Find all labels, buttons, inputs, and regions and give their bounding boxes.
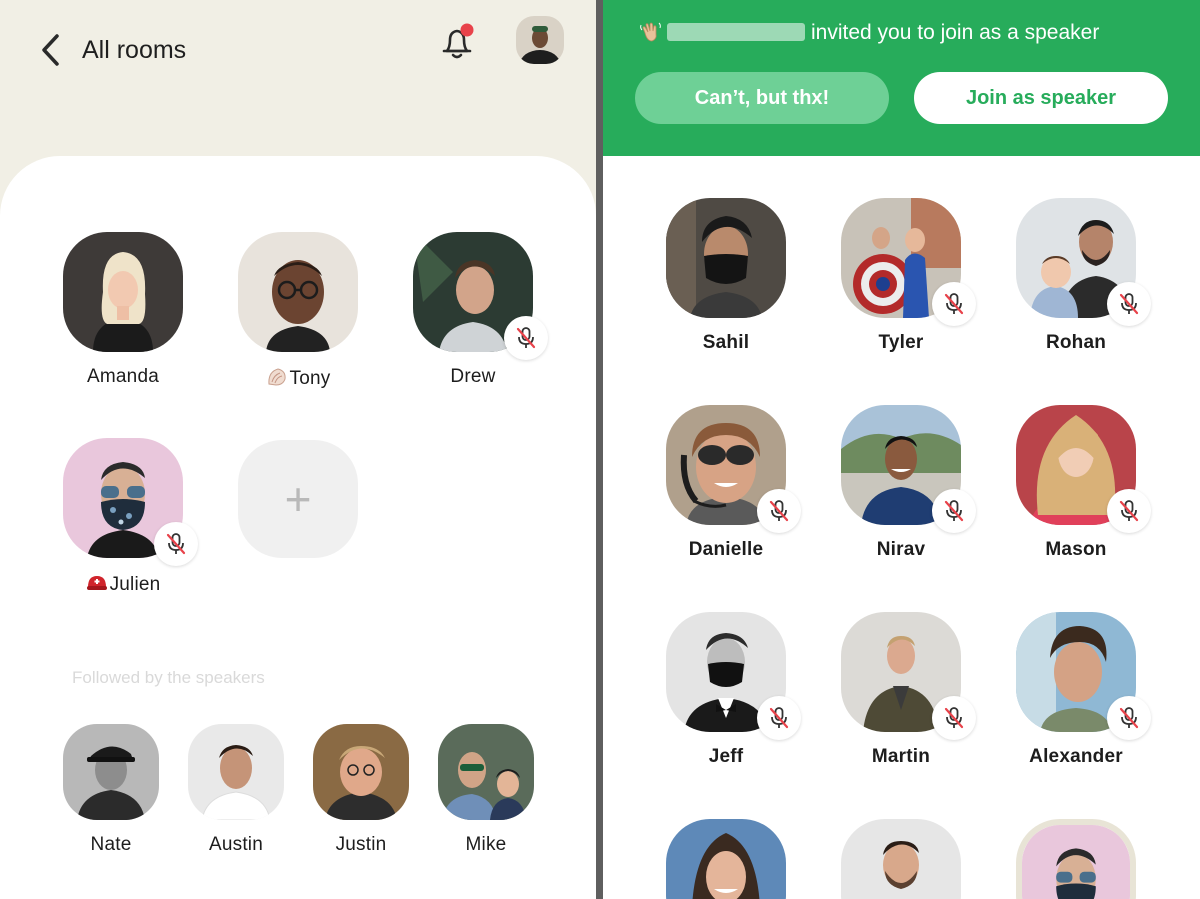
room-screen: invited you to join as a speaker Can’t, … [603, 0, 1200, 899]
listener-name: Justin [335, 834, 387, 855]
speaker-tile[interactable] [661, 819, 791, 899]
speaker-name: Martin [871, 746, 931, 767]
listener-tile[interactable]: Austin [171, 724, 301, 856]
mic-off-icon [944, 293, 964, 315]
speaker-tile[interactable]: Mason [1011, 405, 1151, 561]
listener-tile[interactable]: Mike [421, 724, 551, 856]
plus-icon: + [284, 473, 312, 525]
mic-off-icon [769, 500, 789, 522]
muted-indicator [1107, 696, 1151, 740]
avatar[interactable] [238, 232, 358, 352]
muted-indicator [1107, 489, 1151, 533]
speaker-tile[interactable]: Danielle [661, 405, 801, 561]
listener-tile[interactable]: Justin [296, 724, 426, 856]
avatar[interactable] [63, 724, 159, 820]
speaker-tile[interactable]: Martin [836, 612, 976, 768]
muted-indicator [757, 489, 801, 533]
decline-invite-button[interactable]: Can’t, but thx! [635, 72, 889, 124]
speaker-tile[interactable]: Tony [233, 232, 363, 390]
mic-off-icon [944, 707, 964, 729]
speaker-tile[interactable]: Alexander [1011, 612, 1151, 768]
waving-hand-emoji-icon [640, 22, 661, 42]
speaker-tile[interactable]: Amanda [58, 232, 188, 388]
speaker-name: Danielle [688, 539, 764, 560]
speaker-tile[interactable]: Tyler [836, 198, 976, 354]
section-heading: Followed by the speakers [72, 668, 265, 687]
mic-off-icon [769, 707, 789, 729]
speaker-name: Tony [289, 368, 331, 389]
avatar[interactable] [313, 724, 409, 820]
speaker-name: Rohan [1045, 332, 1107, 353]
add-speaker-button[interactable]: + [238, 440, 358, 558]
rescue-helmet-emoji-icon [86, 576, 107, 590]
avatar-photo [313, 724, 409, 820]
listener-tile[interactable]: Nate [46, 724, 176, 856]
avatar[interactable] [1016, 819, 1136, 899]
muted-indicator [932, 282, 976, 326]
mic-off-icon [166, 533, 186, 555]
muted-indicator [154, 522, 198, 566]
speaker-name: Tyler [878, 332, 924, 353]
speaker-tile[interactable]: Drew [408, 232, 548, 388]
avatar-photo [188, 724, 284, 820]
mic-off-icon [1119, 707, 1139, 729]
mic-off-icon [1119, 293, 1139, 315]
avatar-photo [438, 724, 534, 820]
speaker-name: Amanda [87, 366, 159, 387]
mic-off-icon [516, 327, 536, 349]
profile-photo [516, 16, 564, 64]
speaker-name: Sahil [702, 332, 750, 353]
top-bar: All rooms [0, 0, 596, 160]
speaker-tile[interactable]: Sahil [661, 198, 791, 354]
avatar-photo [63, 232, 183, 352]
muted-indicator [932, 696, 976, 740]
speaker-name: Drew [450, 366, 496, 387]
muted-indicator [1107, 282, 1151, 326]
profile-avatar[interactable] [516, 16, 564, 64]
join-as-speaker-button[interactable]: Join as speaker [914, 72, 1168, 124]
back-chevron-icon[interactable] [36, 30, 66, 70]
shell-emoji-icon [267, 368, 286, 386]
invite-text: invited you to join as a speaker [811, 21, 1100, 44]
speaker-tile[interactable]: Nirav [836, 405, 976, 561]
speaker-tile[interactable] [836, 819, 966, 899]
avatar[interactable] [666, 198, 786, 318]
avatar[interactable] [188, 724, 284, 820]
mic-off-icon [944, 500, 964, 522]
listener-name: Mike [465, 834, 507, 855]
speaker-tile[interactable]: Julien [58, 438, 198, 596]
speaker-tile[interactable]: Jeff [661, 612, 801, 768]
redacted-username [667, 23, 805, 41]
speaker-name: Alexander [1029, 746, 1123, 767]
invite-message: invited you to join as a speaker [639, 20, 1099, 45]
muted-indicator [504, 316, 548, 360]
speaker-name: Nirav [876, 539, 926, 560]
rooms-screen: All rooms Amanda Tony Drew Julien + Foll… [0, 0, 596, 899]
avatar-photo [238, 232, 358, 352]
speaker-tile[interactable]: Rohan [1011, 198, 1151, 354]
speaker-invite-banner: invited you to join as a speaker Can’t, … [603, 0, 1200, 156]
avatar-photo [666, 198, 786, 318]
speaker-tile[interactable] [1011, 819, 1141, 899]
listener-name: Nate [90, 834, 132, 855]
avatar[interactable] [666, 819, 786, 899]
speaker-name-row: Tony [233, 366, 363, 390]
speaker-name: Jeff [708, 746, 744, 767]
avatar[interactable] [841, 819, 961, 899]
page-title[interactable]: All rooms [82, 36, 186, 65]
muted-indicator [757, 696, 801, 740]
avatar-photo [841, 819, 961, 899]
avatar-photo [666, 819, 786, 899]
speaker-name: Mason [1045, 539, 1107, 560]
avatar-photo [63, 724, 159, 820]
notification-bell-icon[interactable] [436, 20, 480, 64]
avatar[interactable] [63, 232, 183, 352]
muted-indicator [932, 489, 976, 533]
speaker-name-row: Julien [58, 572, 188, 596]
avatar-photo [1022, 825, 1130, 899]
avatar[interactable] [438, 724, 534, 820]
listener-name: Austin [208, 834, 263, 855]
mic-off-icon [1119, 500, 1139, 522]
speaker-name: Julien [109, 574, 161, 595]
